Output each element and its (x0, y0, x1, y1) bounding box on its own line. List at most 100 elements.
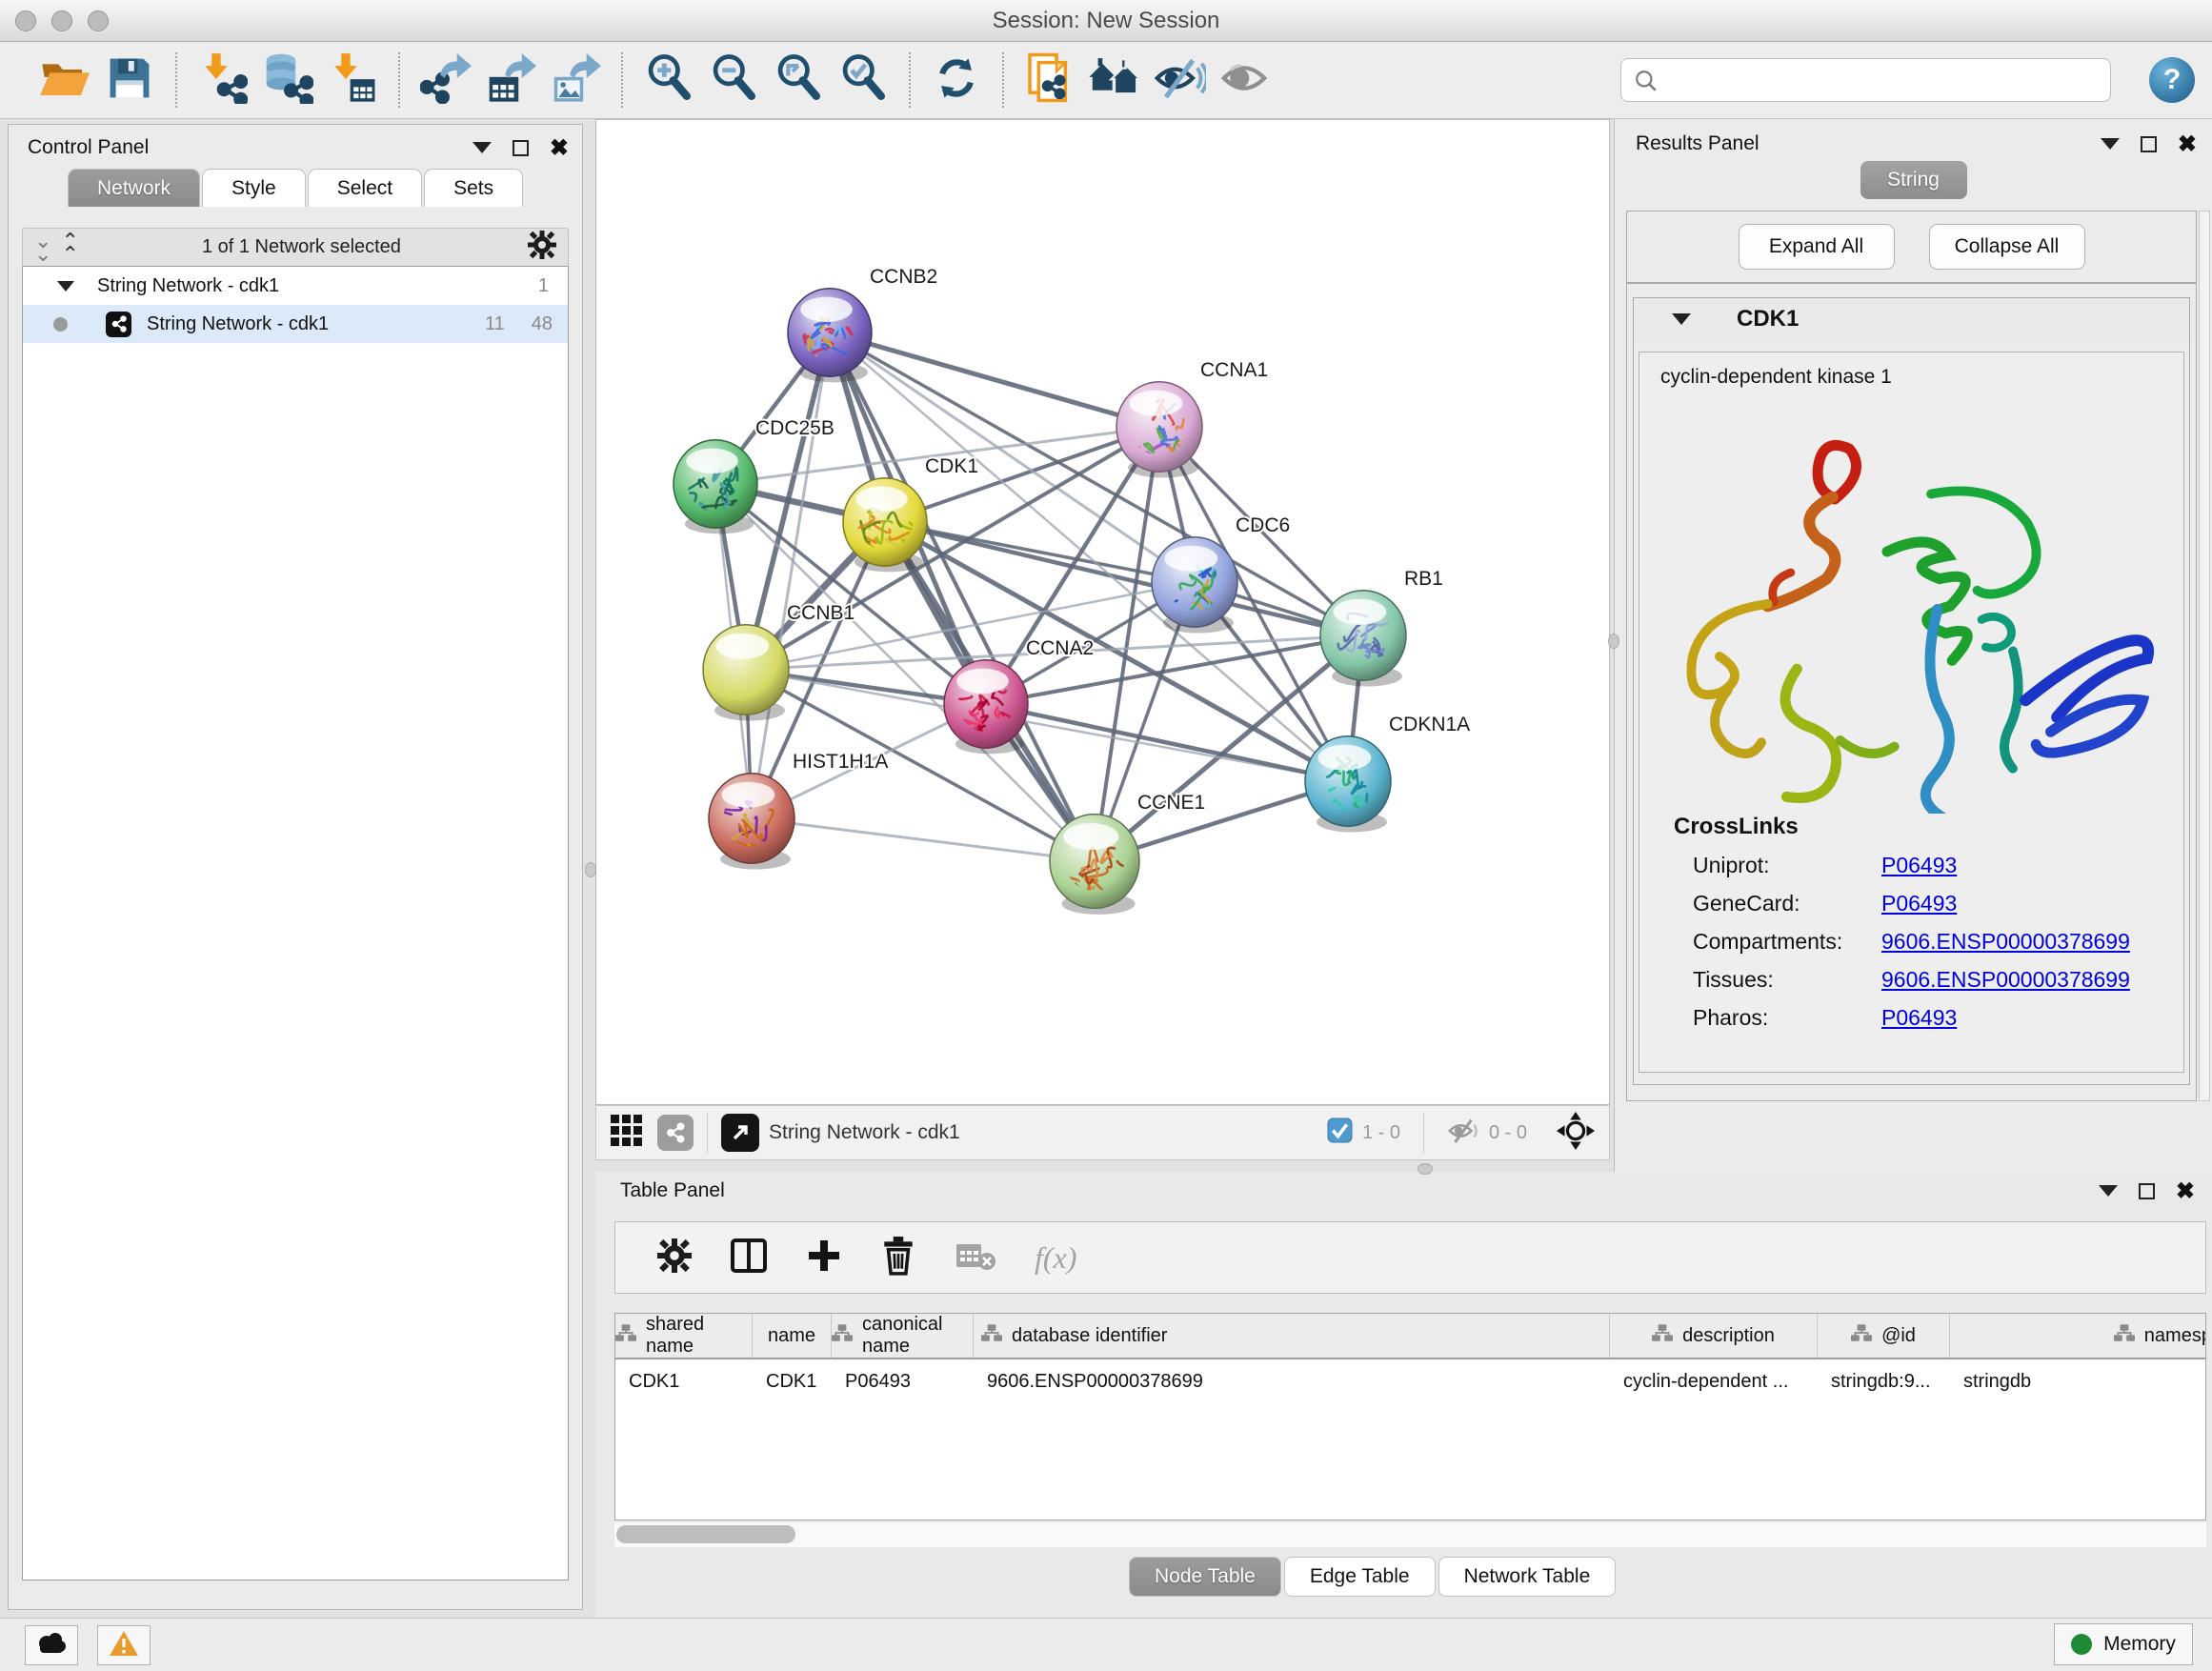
scrollbar-thumb[interactable] (616, 1525, 795, 1543)
export-image-button[interactable] (549, 50, 602, 110)
table-horizontal-scrollbar[interactable] (614, 1522, 2206, 1547)
add-column-icon[interactable] (806, 1238, 842, 1278)
column-type-icon (2114, 1324, 2135, 1347)
column-header-description[interactable]: description (1610, 1314, 1818, 1358)
delete-column-trash-icon[interactable] (880, 1236, 916, 1280)
close-panel-icon[interactable]: ✖ (550, 140, 569, 156)
table-options-gear-icon[interactable] (657, 1238, 692, 1278)
network-node-CDK1[interactable]: CDK1 (843, 455, 978, 572)
crosslink-link[interactable]: P06493 (1881, 853, 1957, 878)
tab-network[interactable]: Network (68, 169, 200, 207)
warnings-button[interactable] (97, 1625, 151, 1665)
network-node-CCNB2[interactable]: CCNB2 (788, 266, 937, 382)
column-header-database-identifier[interactable]: database identifier (974, 1314, 1610, 1358)
refresh-button[interactable] (930, 50, 983, 110)
network-row-selected[interactable]: String Network - cdk1 11 48 (23, 305, 568, 343)
close-panel-icon[interactable]: ✖ (2178, 136, 2197, 152)
panel-menu-icon[interactable] (2101, 138, 2120, 150)
tab-sets[interactable]: Sets (424, 169, 523, 207)
collapse-all-icon[interactable]: ⌄⌄ (34, 234, 48, 261)
open-session-button[interactable] (38, 50, 91, 110)
vertical-splitter-handle[interactable] (585, 862, 596, 877)
table-cell: 9606.ENSP00000378699 (974, 1371, 1610, 1393)
save-session-button[interactable] (103, 50, 156, 110)
tab-network-table[interactable]: Network Table (1438, 1557, 1617, 1597)
crosslink-link[interactable]: P06493 (1881, 891, 1957, 916)
crosslink-link[interactable]: 9606.ENSP00000378699 (1881, 967, 2130, 993)
tab-node-table[interactable]: Node Table (1129, 1557, 1281, 1597)
expand-all-button[interactable]: Expand All (1739, 224, 1895, 270)
memory-button[interactable]: Memory (2054, 1623, 2193, 1665)
minimize-window-button[interactable] (51, 10, 72, 31)
column-header-canonical-name[interactable]: canonical name (832, 1314, 974, 1358)
table-panel-title: Table Panel (620, 1179, 725, 1202)
tab-string[interactable]: String (1860, 161, 1967, 199)
search-input[interactable] (1620, 58, 2111, 102)
network-node-CCNE1[interactable]: CCNE1 (1050, 792, 1205, 915)
expand-all-icon[interactable]: ⌃⌃ (61, 234, 74, 261)
zoom-selected-button[interactable] (836, 50, 890, 110)
grid-view-icon[interactable] (610, 1114, 644, 1153)
zoom-window-button[interactable] (88, 10, 109, 31)
help-button[interactable]: ? (2149, 57, 2195, 103)
hide-panel-button[interactable] (1153, 50, 1206, 110)
tab-style[interactable]: Style (202, 169, 306, 207)
vertical-splitter-handle[interactable] (1608, 634, 1619, 649)
column-header-label: description (1682, 1325, 1775, 1347)
node-table: shared namenamecanonical namedatabase id… (614, 1313, 2206, 1520)
network-node-CCNB1[interactable]: CCNB1 (703, 602, 855, 721)
tab-select[interactable]: Select (308, 169, 422, 207)
warning-triangle-icon (108, 1629, 140, 1662)
zoom-fit-button[interactable] (772, 50, 825, 110)
close-panel-icon[interactable]: ✖ (2176, 1183, 2195, 1199)
network-node-RB1[interactable]: RB1 (1320, 568, 1443, 687)
tab-edge-table[interactable]: Edge Table (1284, 1557, 1436, 1597)
birdseye-crosshair-icon[interactable] (1556, 1111, 1596, 1156)
collection-expand-icon[interactable] (57, 281, 74, 292)
selected-checkbox-icon[interactable] (1327, 1117, 1353, 1148)
show-eye-button[interactable] (1217, 50, 1271, 110)
export-table-button[interactable] (484, 50, 537, 110)
column-header-namespace[interactable]: namespace (1950, 1314, 2206, 1358)
table-row[interactable]: CDK1CDK1P064939606.ENSP00000378699cyclin… (615, 1359, 2205, 1403)
collapse-all-button[interactable]: Collapse All (1929, 224, 2085, 270)
clone-network-button[interactable] (1023, 50, 1076, 110)
zoom-in-button[interactable] (642, 50, 695, 110)
clone-network-icon (1025, 51, 1075, 110)
float-panel-icon[interactable] (2139, 1183, 2155, 1199)
network-node-HIST1H1A[interactable]: HIST1H1A (709, 751, 888, 870)
network-view-share-icon[interactable] (657, 1115, 694, 1151)
import-network-database-button[interactable] (261, 50, 314, 110)
session-home-button[interactable] (1088, 50, 1141, 110)
network-options-gear-icon[interactable] (528, 231, 556, 264)
results-scrollbar[interactable] (2199, 211, 2210, 1101)
export-network-button[interactable] (419, 50, 473, 110)
network-edges[interactable] (715, 332, 1363, 861)
column-header-shared-name[interactable]: shared name (615, 1314, 753, 1358)
detach-view-icon[interactable] (721, 1114, 759, 1152)
cloud-status-button[interactable] (25, 1625, 78, 1665)
close-window-button[interactable] (15, 10, 36, 31)
crosslink-row: Tissues:9606.ENSP00000378699 (1674, 967, 2183, 993)
network-collection-row[interactable]: String Network - cdk1 1 (23, 267, 568, 305)
gene-expand-icon[interactable] (1672, 313, 1691, 325)
import-network-file-button[interactable] (196, 50, 250, 110)
crosslink-link[interactable]: P06493 (1881, 1005, 1957, 1031)
node-label-RB1: RB1 (1404, 568, 1443, 590)
float-panel-icon[interactable] (513, 140, 529, 156)
float-panel-icon[interactable] (2141, 136, 2157, 152)
network-canvas[interactable]: CCNB2CCNA1CDC25BCDK1CDC6RB1CCNB1CCNA2CDK… (595, 119, 1610, 1105)
panel-menu-icon[interactable] (2099, 1185, 2118, 1197)
horizontal-splitter-handle[interactable] (1418, 1163, 1433, 1175)
import-table-file-button[interactable] (326, 50, 379, 110)
crosslink-link[interactable]: 9606.ENSP00000378699 (1881, 929, 2130, 955)
panel-menu-icon[interactable] (473, 142, 492, 153)
hidden-eye-slash-icon[interactable] (1447, 1117, 1479, 1150)
column-header-name[interactable]: name (753, 1314, 832, 1358)
network-node-CDKN1A[interactable]: CDKN1A (1305, 714, 1470, 833)
column-header--id[interactable]: @id (1818, 1314, 1950, 1358)
gene-entry-header[interactable]: CDK1 (1634, 298, 2189, 340)
table-cell: CDK1 (615, 1371, 753, 1393)
show-columns-icon[interactable] (730, 1237, 768, 1279)
zoom-out-button[interactable] (707, 50, 760, 110)
